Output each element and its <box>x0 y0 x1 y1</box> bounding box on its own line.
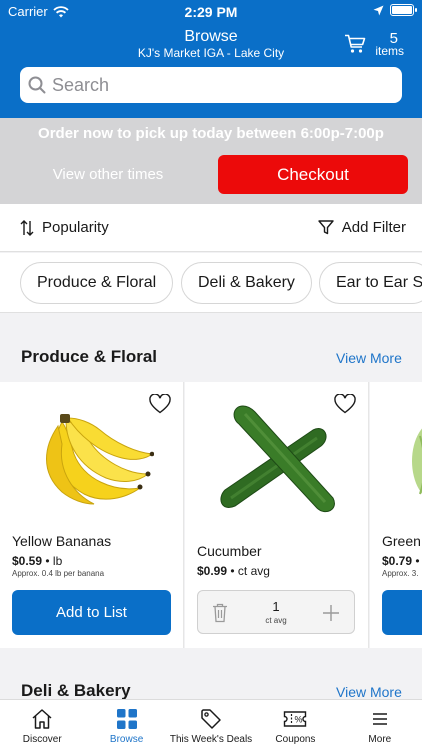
product-carousel: Yellow Bananas $0.59 • lb Approx. 0.4 lb… <box>0 382 422 648</box>
cucumber-image <box>220 405 335 513</box>
product-name: Cucumber <box>197 543 262 559</box>
product-name: Yellow Bananas <box>12 533 112 549</box>
tab-bar: Discover Browse This Week's Deals % Coup… <box>0 699 422 750</box>
view-more-link[interactable]: View More <box>336 350 402 366</box>
sort-icon <box>20 219 34 236</box>
menu-icon <box>372 713 387 725</box>
home-icon <box>32 709 52 729</box>
location-arrow-icon <box>373 5 384 15</box>
view-other-times-link[interactable]: View other times <box>20 166 196 183</box>
product-approx: Approx. 3. <box>382 569 419 578</box>
search-input[interactable]: Search <box>20 67 402 103</box>
category-chips: Produce & Floral Deli & Bakery Ear to Ea… <box>0 253 422 313</box>
tab-discover[interactable]: Discover <box>0 700 84 750</box>
filter-icon <box>318 220 334 235</box>
product-unit: lb <box>52 554 63 568</box>
price-separator: • <box>415 554 420 568</box>
cart-icon <box>345 34 366 53</box>
cart-unit: items <box>375 44 404 58</box>
quantity-stepper: 1 ct avg <box>197 590 355 634</box>
svg-text:%: % <box>295 715 303 725</box>
price-separator: • <box>45 554 50 568</box>
chip-produce-floral[interactable]: Produce & Floral <box>20 262 174 304</box>
banana-image <box>46 414 154 505</box>
section-title: Deli & Bakery <box>21 681 131 700</box>
tab-browse[interactable]: Browse <box>84 700 168 750</box>
heart-icon[interactable] <box>149 394 171 414</box>
status-time: 2:29 PM <box>184 4 238 20</box>
product-price: $0.99 <box>197 564 228 578</box>
status-bar: Carrier 2:29 PM <box>0 0 422 24</box>
add-to-list-button[interactable]: Add to List <box>12 590 171 635</box>
checkout-button[interactable]: Checkout <box>218 155 408 194</box>
coupon-icon: % <box>284 711 307 727</box>
search-icon <box>28 76 46 94</box>
add-filter-button[interactable]: Add Filter <box>318 219 406 236</box>
product-card[interactable]: Yellow Bananas $0.59 • lb Approx. 0.4 lb… <box>0 382 184 648</box>
view-more-link[interactable]: View More <box>336 684 402 700</box>
tab-more[interactable]: More <box>338 700 422 750</box>
battery-level <box>392 6 412 14</box>
product-card[interactable]: Cucumber $0.99 • ct avg 1 ct avg <box>185 382 369 648</box>
product-approx: Approx. 0.4 lb per banana <box>12 569 105 578</box>
product-unit: ct avg <box>237 564 270 578</box>
product-price: $0.59 <box>12 554 43 568</box>
tab-weekly-deals[interactable]: This Week's Deals <box>169 700 253 750</box>
chip-deli-bakery[interactable]: Deli & Bakery <box>181 262 312 304</box>
sort-label: Popularity <box>42 219 109 236</box>
product-card[interactable]: Green $0.79 • Approx. 3. <box>370 382 422 648</box>
sort-filter-bar: Popularity Add Filter <box>0 204 422 252</box>
section-title: Produce & Floral <box>21 347 158 366</box>
cart-button[interactable]: 5 items <box>344 30 404 58</box>
header: Carrier 2:29 PM Browse KJ's Market IGA -… <box>0 0 422 118</box>
battery-icon <box>390 4 417 16</box>
add-to-list-button[interactable] <box>382 590 422 635</box>
sort-button[interactable]: Popularity <box>20 219 109 236</box>
chip-ear-to-ear[interactable]: Ear to Ear Sa <box>319 262 422 304</box>
plus-icon[interactable] <box>322 604 340 622</box>
tag-icon <box>201 709 221 729</box>
product-price: $0.79 <box>382 554 413 568</box>
pickup-banner: Order now to pick up today between 6:00p… <box>0 118 422 204</box>
tab-coupons[interactable]: % Coupons <box>253 700 337 750</box>
filter-label: Add Filter <box>341 219 406 236</box>
pickup-message: Order now to pick up today between 6:00p… <box>38 125 384 142</box>
product-name: Green <box>382 533 421 549</box>
grid-icon <box>116 709 137 729</box>
price-separator: • <box>230 564 235 578</box>
lettuce-image <box>412 428 422 495</box>
search-placeholder: Search <box>52 74 110 95</box>
